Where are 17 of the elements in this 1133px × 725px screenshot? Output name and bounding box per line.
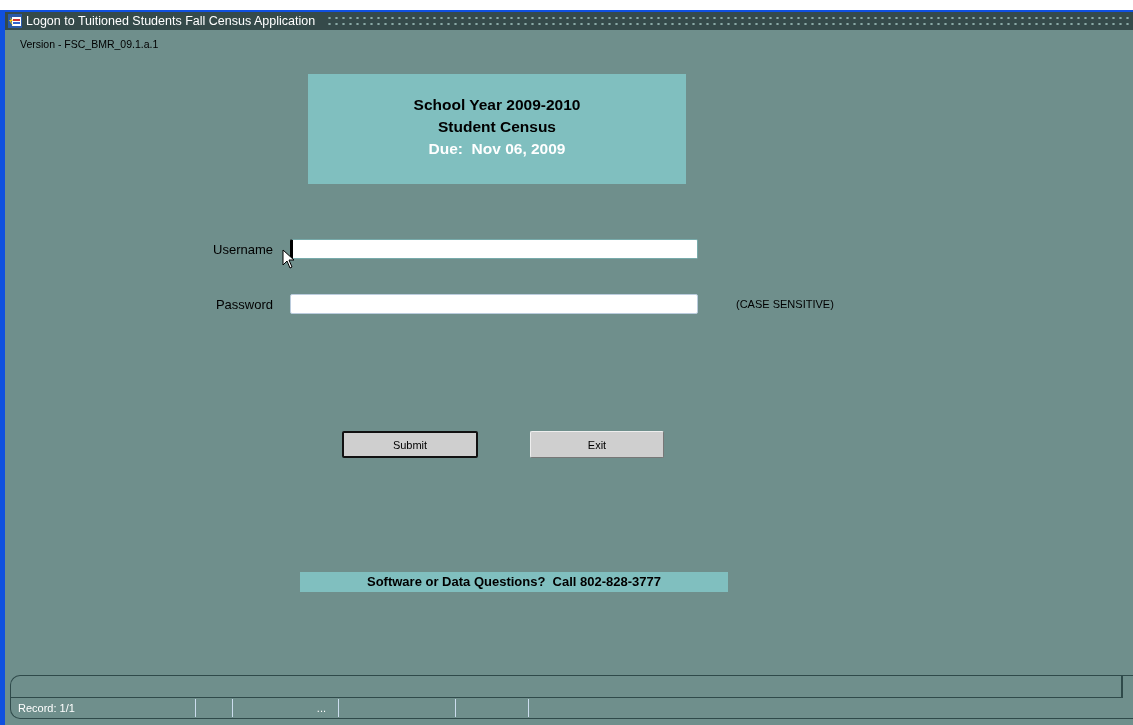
input-field[interactable] bbox=[290, 239, 698, 259]
version-label: Version - FSC_BMR_09.1.a.1 bbox=[20, 38, 160, 50]
window-title: Logon to Tuitioned Students Fall Census Application bbox=[26, 14, 316, 28]
submit-button[interactable]: Submit bbox=[342, 431, 478, 458]
case-sensitive-note: (CASE SENSITIVE) bbox=[736, 298, 834, 310]
banner-title: Student Census bbox=[438, 117, 556, 137]
mouse-pointer-icon bbox=[282, 249, 296, 269]
input-field[interactable] bbox=[290, 294, 698, 314]
app-icon bbox=[7, 13, 23, 29]
contact-banner: Software or Data Questions? Call 802-828-3777 bbox=[300, 572, 728, 592]
exit-button[interactable]: Exit bbox=[530, 431, 664, 458]
banner-title: School Year 2009-2010 bbox=[413, 95, 581, 115]
record-counter: Record: 1/1 bbox=[11, 699, 196, 717]
status-indicator: ... bbox=[233, 699, 339, 717]
due-date: Due: Nov 06, 2009 bbox=[428, 139, 566, 159]
field-label: Password bbox=[214, 296, 274, 312]
field-label: Username bbox=[212, 241, 274, 257]
